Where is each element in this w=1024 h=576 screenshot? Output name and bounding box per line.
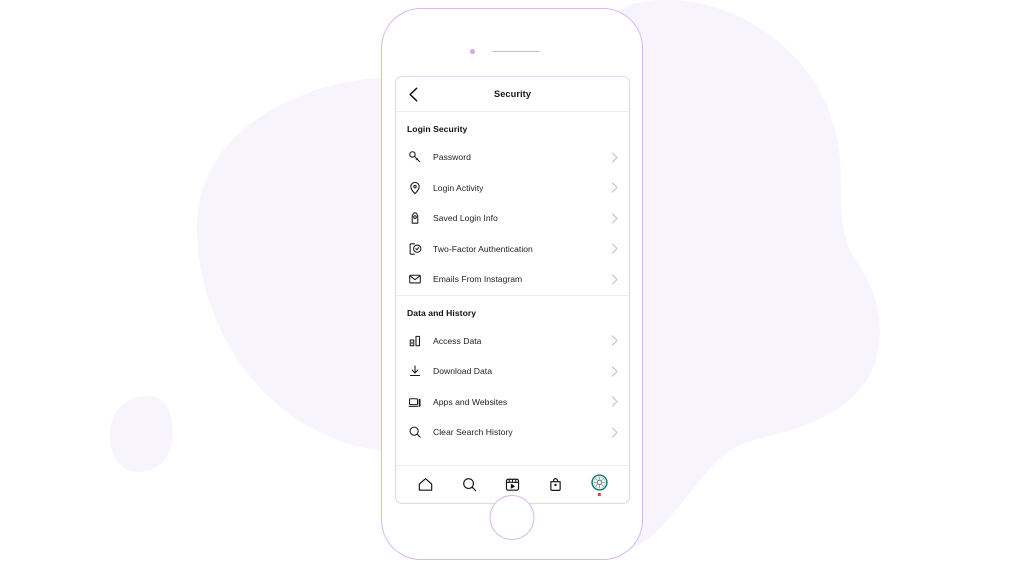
list-item-label: Two-Factor Authentication: [433, 243, 533, 254]
list-item-label: Emails From Instagram: [433, 274, 523, 285]
list-item-label: Download Data: [433, 366, 493, 377]
chevron-right-icon: [610, 152, 619, 163]
chevron-right-icon: [610, 335, 619, 346]
list-item-label: Login Activity: [433, 182, 484, 193]
list-item-access-data[interactable]: Access Data: [396, 326, 629, 357]
section-heading: Login Security: [407, 124, 468, 134]
search-tab[interactable]: [456, 472, 482, 498]
chevron-right-icon: [610, 427, 619, 438]
shop-tab[interactable]: [543, 472, 569, 498]
chevron-right-icon: [610, 182, 619, 193]
home-tab[interactable]: [413, 472, 439, 498]
list-item-label: Apps and Websites: [433, 396, 508, 407]
app-header: Security: [396, 77, 629, 112]
chevron-right-icon: [610, 213, 619, 224]
avatar-ring: [591, 473, 608, 491]
envelope-icon: [407, 271, 423, 287]
list-item-label: Password: [433, 152, 471, 163]
bar-chart-icon: [407, 333, 423, 349]
section-login-security: Login Security Password Login Activity S…: [396, 112, 629, 295]
list-item-emails-from-instagram[interactable]: Emails From Instagram: [396, 264, 629, 295]
phone-shield-check-icon: [407, 241, 423, 257]
camera-dot-icon: [470, 49, 475, 54]
reels-tab[interactable]: [499, 472, 525, 498]
location-pin-icon: [407, 180, 423, 196]
screenshot-canvas: Security Login Security Password Login A…: [0, 0, 1024, 576]
speaker-grille-icon: [492, 50, 540, 53]
list-item-password[interactable]: Password: [396, 142, 629, 173]
list-item-label: Access Data: [433, 335, 482, 346]
lock-keyhole-icon: [407, 210, 423, 226]
page-title: Security: [493, 89, 532, 99]
home-icon: [418, 478, 433, 491]
profile-tab[interactable]: [586, 472, 612, 498]
list-item-apps-and-websites[interactable]: Apps and Websites: [396, 387, 629, 418]
list-item-label: Clear Search History: [433, 427, 513, 438]
phone-screen: Security Login Security Password Login A…: [395, 76, 630, 504]
phone-frame: Security Login Security Password Login A…: [381, 8, 643, 560]
shopping-bag-icon: [550, 478, 562, 491]
download-icon: [407, 363, 423, 379]
blob-small-circle: [110, 396, 173, 472]
notification-badge: [598, 493, 601, 496]
search-icon: [462, 478, 476, 492]
list-item-clear-search-history[interactable]: Clear Search History: [396, 417, 629, 448]
chevron-right-icon: [610, 366, 619, 377]
chevron-left-icon: [408, 87, 417, 101]
list-item-two-factor-authentication[interactable]: Two-Factor Authentication: [396, 234, 629, 265]
section-heading: Data and History: [407, 307, 477, 318]
back-button[interactable]: [404, 85, 422, 103]
list-item-saved-login-info[interactable]: Saved Login Info: [396, 203, 629, 234]
key-icon: [407, 149, 423, 165]
list-item-label: Saved Login Info: [433, 213, 498, 224]
chevron-right-icon: [610, 396, 619, 407]
settings-list: Login Security Password Login Activity S…: [396, 112, 629, 465]
section-data-and-history: Data and History Access Data Download Da…: [396, 294, 629, 448]
reels-play-icon: [505, 478, 520, 491]
monitor-icon: [407, 394, 423, 410]
search-icon: [407, 424, 423, 440]
list-item-download-data[interactable]: Download Data: [396, 356, 629, 387]
profile-avatar-icon: [589, 473, 609, 497]
list-item-login-activity[interactable]: Login Activity: [396, 173, 629, 204]
home-button[interactable]: [489, 495, 535, 540]
chevron-right-icon: [610, 243, 619, 254]
chevron-right-icon: [610, 274, 619, 285]
